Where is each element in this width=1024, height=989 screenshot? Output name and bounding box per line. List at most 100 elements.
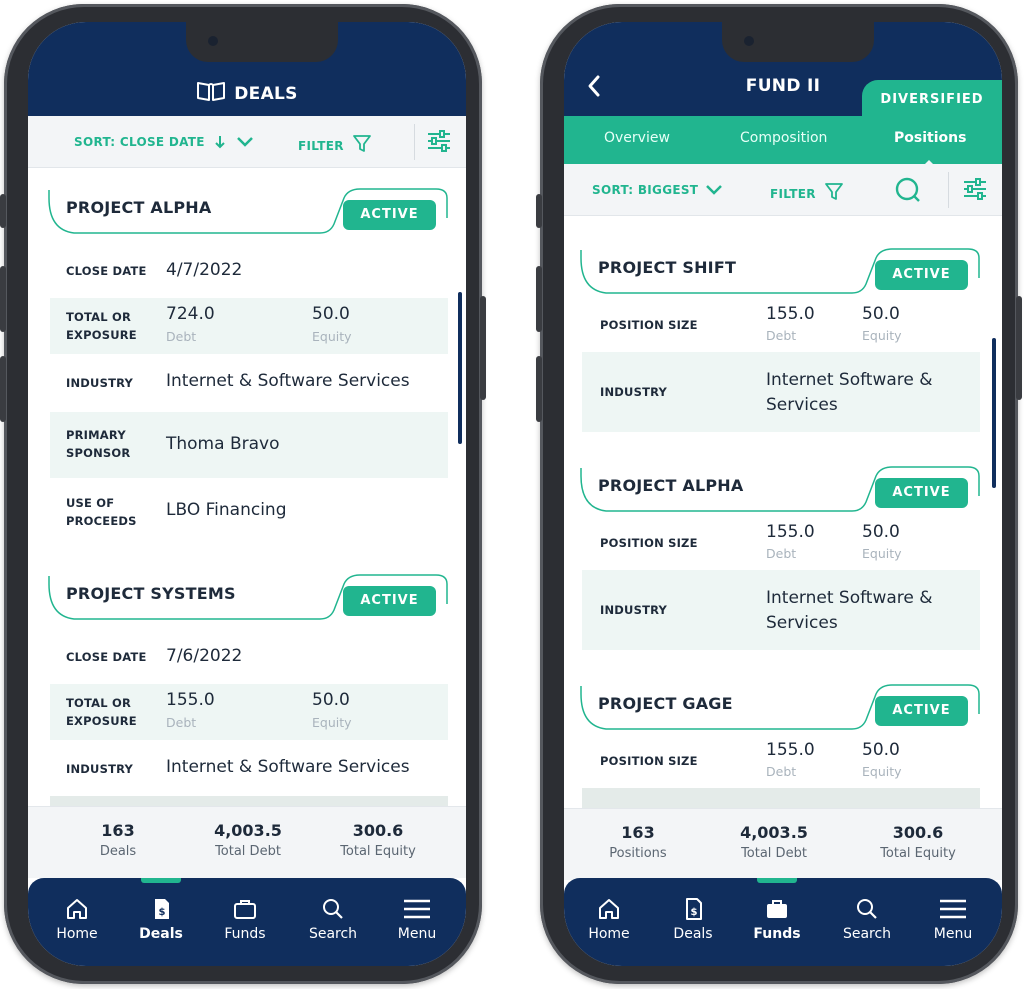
position-size-row: POSITION SIZE 155.0 Debt 50.0 Equity <box>582 736 980 788</box>
deals-screen: DEALS SORT: CLOSE DATE FILTER PROJECT AL… <box>28 22 466 966</box>
nav-label: Menu <box>933 926 973 942</box>
search-icon[interactable] <box>894 176 922 204</box>
filter-control[interactable]: FILTER <box>298 135 374 153</box>
exposure-label: TOTAL OR EXPOSURE <box>66 696 137 728</box>
debt-value: 155.0 <box>766 740 815 760</box>
camera <box>208 36 218 46</box>
sort-control[interactable]: SORT: CLOSE DATE <box>74 135 254 149</box>
fund-type-tag: DIVERSIFIED <box>862 80 1002 118</box>
filter-label: FILTER <box>298 139 344 153</box>
stat-total-debt: 4,003.5 Total Debt <box>178 807 318 859</box>
chevron-down-icon <box>705 185 722 195</box>
bottom-nav: Home $ Deals Funds Search Menu <box>28 878 466 966</box>
exposure-row: TOTAL OR EXPOSURE 724.0 Debt 50.0 Equity <box>50 298 448 354</box>
chevron-down-icon <box>236 137 253 147</box>
industry-value: Internet & Software Services <box>166 757 410 777</box>
briefcase-icon <box>767 900 787 918</box>
deal-card-header[interactable]: PROJECT ALPHA ACTIVE <box>48 188 448 234</box>
stat-value: 4,003.5 <box>740 823 808 842</box>
stat-label: Total Equity <box>880 846 956 861</box>
nav-home[interactable]: Home <box>34 896 120 942</box>
nav-label: Search <box>308 926 358 942</box>
nav-menu[interactable]: Menu <box>374 896 460 942</box>
document-icon: $ <box>155 899 169 919</box>
close-date-value: 7/6/2022 <box>166 646 243 666</box>
sliders-icon[interactable] <box>426 129 452 153</box>
status-badge: ACTIVE <box>875 478 968 508</box>
briefcase-icon <box>234 900 256 919</box>
tab-composition[interactable]: Composition <box>740 130 827 146</box>
debt-value: 155.0 <box>166 690 215 710</box>
search-icon <box>323 899 343 919</box>
nav-label: Search <box>842 926 892 942</box>
filter-control[interactable]: FILTER <box>770 183 846 201</box>
close-date-label: CLOSE DATE <box>66 264 147 278</box>
side-button <box>480 296 486 400</box>
stat-total-equity: 300.6 Total Equity <box>308 807 448 859</box>
filter-label: FILTER <box>770 187 816 201</box>
side-button <box>536 356 542 422</box>
filter-icon <box>825 183 844 200</box>
close-date-row: CLOSE DATE 7/6/2022 <box>50 632 448 684</box>
side-button <box>1016 296 1022 400</box>
deal-card-header[interactable]: PROJECT SYSTEMS ACTIVE <box>48 574 448 620</box>
nav-search[interactable]: Search <box>824 896 910 942</box>
position-card-header[interactable]: PROJECT SHIFT ACTIVE <box>580 248 980 294</box>
side-button <box>536 194 542 228</box>
close-date-label: CLOSE DATE <box>66 650 147 664</box>
industry-label: INDUSTRY <box>66 376 134 390</box>
nav-search[interactable]: Search <box>290 896 376 942</box>
scrollbar[interactable] <box>458 292 462 444</box>
nav-label: Deals <box>139 926 183 942</box>
position-card-header[interactable]: PROJECT GAGE ACTIVE <box>580 684 980 730</box>
nav-deals[interactable]: $ Deals <box>118 896 204 942</box>
sliders-icon[interactable] <box>962 177 988 201</box>
proceeds-label: USE OF PROCEEDS <box>66 496 137 528</box>
debt-label: Debt <box>166 329 197 344</box>
fund-screen: FUND II DIVERSIFIED Overview Composition… <box>564 22 1002 966</box>
nav-menu[interactable]: Menu <box>910 896 996 942</box>
document-icon: $ <box>686 898 702 920</box>
industry-row: INDUSTRY Internet & Software Services <box>50 740 448 796</box>
tab-overview[interactable]: Overview <box>604 130 670 146</box>
equity-value: 50.0 <box>312 304 350 324</box>
summary-stats: 163 Deals 4,003.5 Total Debt 300.6 Total… <box>28 806 466 878</box>
industry-value: Internet Software & Services <box>766 370 933 415</box>
menu-icon <box>940 899 966 919</box>
tab-positions[interactable]: Positions <box>894 130 966 146</box>
deal-title: PROJECT SYSTEMS <box>66 584 236 603</box>
nav-deals[interactable]: $ Deals <box>650 896 736 942</box>
exposure-row: TOTAL OR EXPOSURE 155.0 Debt 50.0 Equity <box>50 684 448 740</box>
nav-funds[interactable]: Funds <box>734 896 820 942</box>
proceeds-value: LBO Financing <box>166 500 287 520</box>
nav-home[interactable]: Home <box>566 896 652 942</box>
toolbar-divider <box>948 172 949 208</box>
active-tab-caret <box>921 160 937 168</box>
phone-fund: FUND II DIVERSIFIED Overview Composition… <box>536 4 1022 984</box>
position-card-header[interactable]: PROJECT ALPHA ACTIVE <box>580 466 980 512</box>
sort-label: SORT: CLOSE DATE <box>74 135 205 149</box>
svg-text:$: $ <box>159 907 166 918</box>
phone-deals: DEALS SORT: CLOSE DATE FILTER PROJECT AL… <box>0 4 486 984</box>
toolbar-divider <box>414 124 415 160</box>
nav-label: Home <box>588 926 630 942</box>
debt-label: Debt <box>766 328 797 343</box>
debt-value: 724.0 <box>166 304 215 324</box>
sort-label: SORT: BIGGEST <box>592 183 699 197</box>
arrow-down-icon <box>215 136 225 149</box>
side-button <box>0 266 6 332</box>
position-title: PROJECT SHIFT <box>598 258 737 277</box>
nav-funds[interactable]: Funds <box>202 896 288 942</box>
nav-label: Home <box>56 926 98 942</box>
sort-control[interactable]: SORT: BIGGEST <box>592 183 725 197</box>
scrollbar[interactable] <box>992 338 996 488</box>
stat-label: Deals <box>99 844 137 859</box>
position-title: PROJECT ALPHA <box>598 476 744 495</box>
next-row-peek <box>582 788 980 810</box>
sponsor-label: PRIMARY SPONSOR <box>66 428 131 460</box>
side-button <box>0 356 6 422</box>
notch <box>186 22 338 62</box>
status-badge: ACTIVE <box>875 696 968 726</box>
deal-title: PROJECT ALPHA <box>66 198 212 217</box>
side-button <box>536 266 542 332</box>
